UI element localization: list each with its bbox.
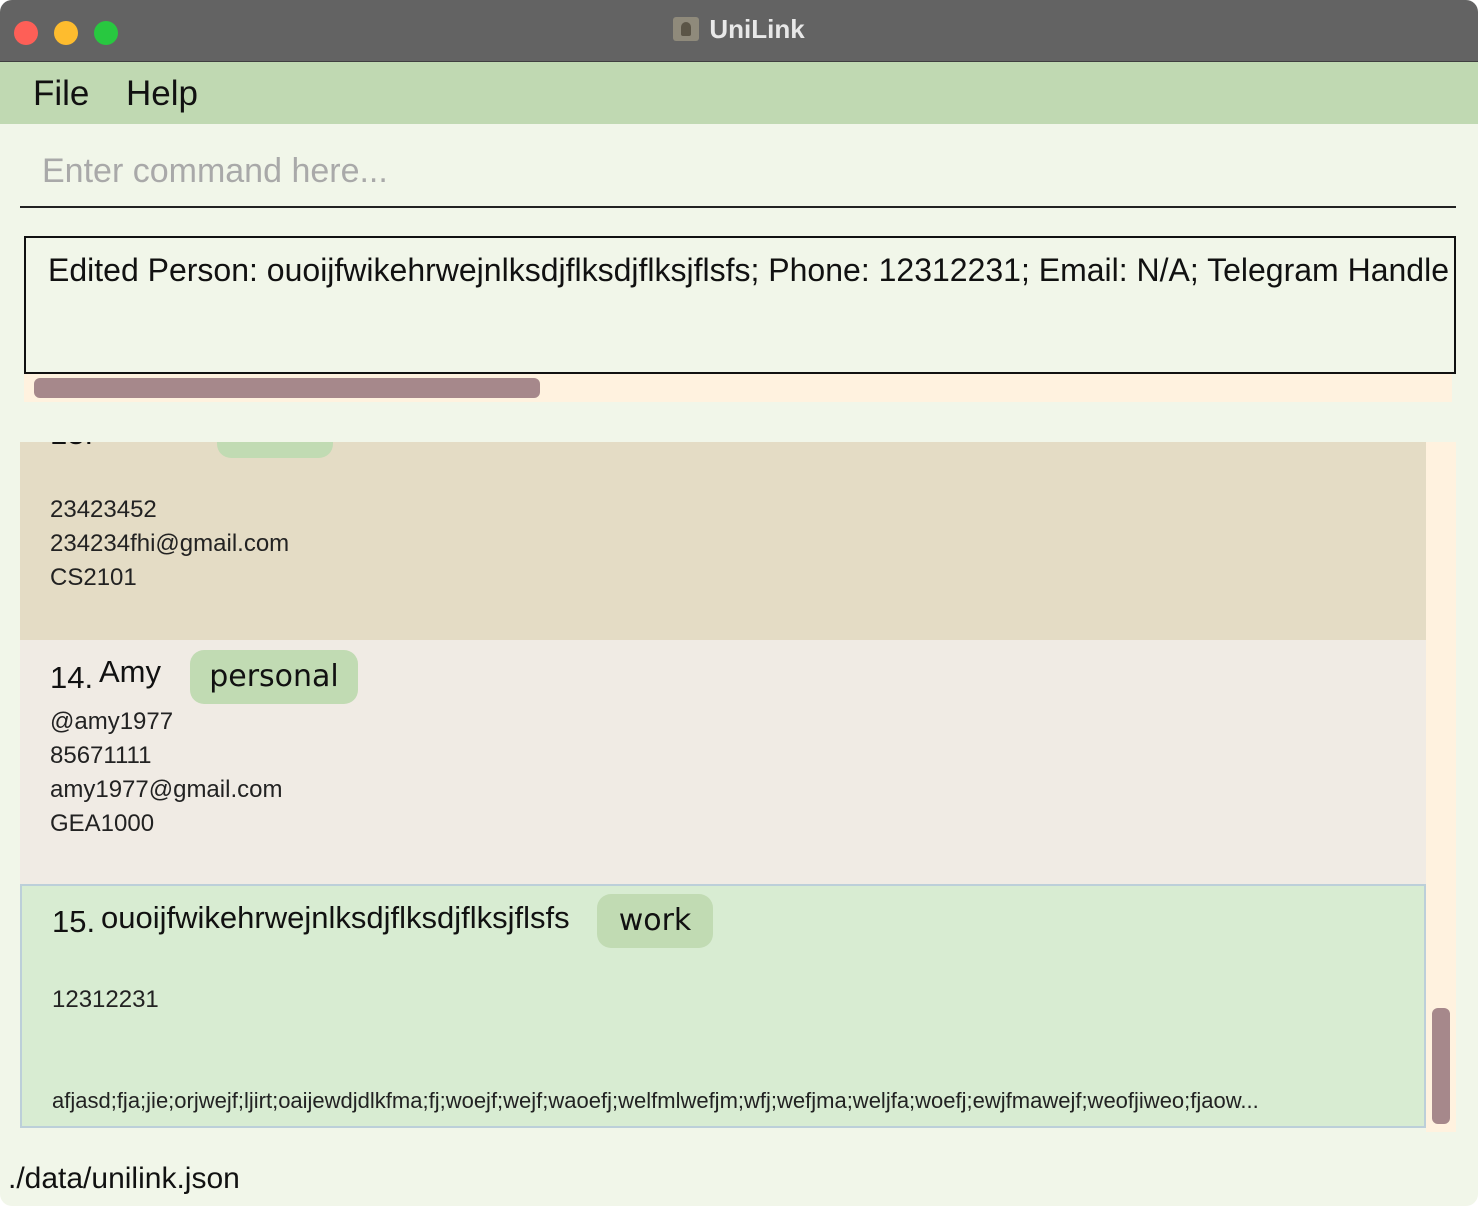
person-name: Amy <box>99 654 161 689</box>
person-email: 234234fhi@gmail.com <box>50 530 290 557</box>
person-index: 15. <box>52 904 96 939</box>
result-text: Edited Person: ouoijfwikehrwejnlksdjflks… <box>48 252 1449 288</box>
person-remark: afjasd;fja;jie;orjwejf;ljirt;oaijewdjdlk… <box>52 1088 1259 1113</box>
list-vertical-scrollbar[interactable] <box>1426 442 1456 1132</box>
person-name: ouoijfwikehrwejnlksdjflksdjflksjflsfs <box>101 900 570 935</box>
person-tag: work <box>597 894 713 948</box>
command-input[interactable] <box>42 148 1442 194</box>
person-index: 14. <box>50 660 94 695</box>
person-card[interactable]: 14. Amy personal @amy1977 85671111 amy19… <box>20 640 1426 884</box>
list-scroll-thumb[interactable] <box>1432 1008 1450 1124</box>
person-card[interactable]: 13. work 23423452 234234fhi@gmail.com CS… <box>20 442 1426 640</box>
person-phone: 23423452 <box>50 496 157 523</box>
window-title: UniLink <box>709 14 805 44</box>
status-bar-path: ./data/unilink.json <box>8 1162 240 1195</box>
app-window: UniLink File Help Edited Person: ouoijfw… <box>0 0 1478 1206</box>
person-index: 13. <box>50 442 93 452</box>
person-module: GEA1000 <box>50 810 155 837</box>
menu-help[interactable]: Help <box>126 74 198 114</box>
title-bar[interactable]: UniLink <box>0 0 1478 62</box>
person-phone: 12312231 <box>52 986 159 1013</box>
person-card-selected[interactable]: 15. ouoijfwikehrwejnlksdjflksdjflksjflsf… <box>20 884 1426 1128</box>
person-telegram: @amy1977 <box>50 708 174 735</box>
window-title-container: UniLink <box>0 14 1478 45</box>
person-tag: personal <box>190 650 358 704</box>
command-box <box>20 138 1456 208</box>
result-display[interactable]: Edited Person: ouoijfwikehrwejnlksdjflks… <box>24 236 1456 374</box>
person-email: amy1977@gmail.com <box>50 776 283 803</box>
menu-bar: File Help <box>0 62 1478 124</box>
result-horizontal-scrollbar[interactable] <box>24 374 1452 402</box>
contact-book-icon <box>673 17 700 41</box>
person-phone: 85671111 <box>50 742 152 769</box>
person-list[interactable]: 13. work 23423452 234234fhi@gmail.com CS… <box>20 442 1456 1132</box>
result-scroll-thumb[interactable] <box>34 378 540 398</box>
person-tag: work <box>217 442 333 458</box>
person-module: CS2101 <box>50 564 137 591</box>
menu-file[interactable]: File <box>33 74 89 114</box>
